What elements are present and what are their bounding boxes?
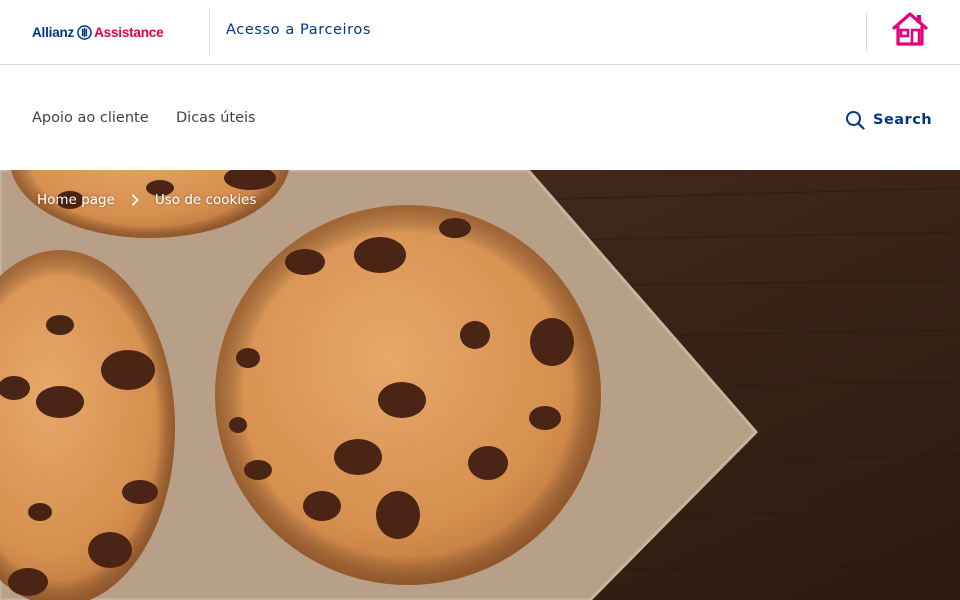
top-bar: Allianz Assistance Acesso a Parceiros [0,0,960,65]
partners-access-link[interactable]: Acesso a Parceiros [226,22,371,38]
header-divider [866,13,867,51]
header-divider [209,8,210,56]
search-button[interactable]: Search [845,109,932,131]
cookies-photo [0,170,960,600]
nav-item-customer-support[interactable]: Apoio ao cliente [32,110,149,126]
nav-item-useful-tips[interactable]: Dicas úteis [176,110,256,126]
breadcrumb-current: Uso de cookies [154,192,257,208]
search-icon [846,111,865,130]
main-nav: Apoio ao cliente Dicas úteis Search [0,65,960,170]
logo-brand-text: Allianz [32,24,75,40]
hero-banner: Home page Uso de cookies [0,170,960,600]
breadcrumb: Home page Uso de cookies [37,192,256,208]
logo-product-text: Assistance [94,24,164,40]
chevron-right-icon [131,194,139,206]
allianz-eagle-icon [77,24,92,40]
breadcrumb-home-link[interactable]: Home page [37,192,115,208]
allianz-assistance-logo[interactable]: Allianz Assistance [32,22,164,42]
search-label: Search [873,112,933,128]
home-icon [892,12,928,46]
home-button[interactable] [890,11,930,47]
